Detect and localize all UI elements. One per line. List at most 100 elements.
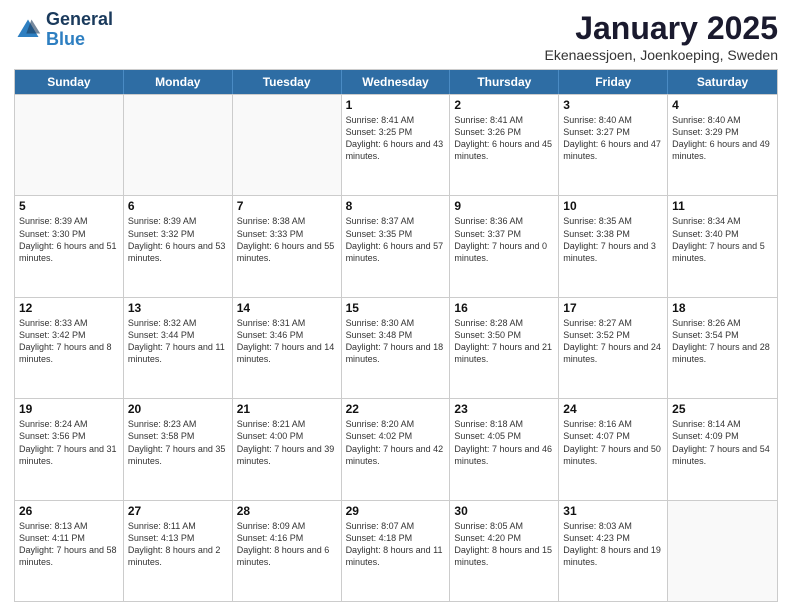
- calendar-day-20: 20 Sunrise: 8:23 AM Sunset: 3:58 PM Dayli…: [124, 399, 233, 499]
- calendar-day-14: 14Sunrise: 8:31 AM Sunset: 3:46 PM Dayli…: [233, 298, 342, 398]
- calendar-day-29: 29 Sunrise: 8:07 AM Sunset: 4:18 PM Dayli…: [342, 501, 451, 601]
- day-number: 6: [128, 199, 228, 213]
- day-info: Sunrise: 8:13 AM Sunset: 4:11 PM Dayligh…: [19, 520, 119, 569]
- calendar: SundayMondayTuesdayWednesdayThursdayFrid…: [14, 69, 778, 602]
- calendar-day-23: 23 Sunrise: 8:18 AM Sunset: 4:05 PM Dayli…: [450, 399, 559, 499]
- day-info: Sunrise: 8:09 AM Sunset: 4:16 PM Dayligh…: [237, 520, 337, 569]
- day-number: 1: [346, 98, 446, 112]
- day-info: Sunrise: 8:03 AM Sunset: 4:23 PM Dayligh…: [563, 520, 663, 569]
- day-number: 13: [128, 301, 228, 315]
- day-number: 2: [454, 98, 554, 112]
- day-info: Sunrise: 8:23 AM Sunset: 3:58 PM Dayligh…: [128, 418, 228, 467]
- calendar-header-friday: Friday: [559, 70, 668, 94]
- calendar-day-7: 7Sunrise: 8:38 AM Sunset: 3:33 PM Daylig…: [233, 196, 342, 296]
- day-number: 28: [237, 504, 337, 518]
- calendar-day-24: 24Sunrise: 8:16 AM Sunset: 4:07 PM Dayli…: [559, 399, 668, 499]
- day-number: 29: [346, 504, 446, 518]
- calendar-day-22: 22 Sunrise: 8:20 AM Sunset: 4:02 PM Dayli…: [342, 399, 451, 499]
- calendar-day-25: 25 Sunrise: 8:14 AM Sunset: 4:09 PM Dayli…: [668, 399, 777, 499]
- day-info: Sunrise: 8:38 AM Sunset: 3:33 PM Dayligh…: [237, 215, 337, 264]
- day-number: 18: [672, 301, 773, 315]
- calendar-subtitle: Ekenaessjoen, Joenkoeping, Sweden: [544, 47, 778, 63]
- day-info: Sunrise: 8:14 AM Sunset: 4:09 PM Dayligh…: [672, 418, 773, 467]
- calendar-day-30: 30Sunrise: 8:05 AM Sunset: 4:20 PM Dayli…: [450, 501, 559, 601]
- day-info: Sunrise: 8:39 AM Sunset: 3:30 PM Dayligh…: [19, 215, 119, 264]
- day-number: 4: [672, 98, 773, 112]
- calendar-row-0: 1 Sunrise: 8:41 AM Sunset: 3:25 PM Daylig…: [15, 94, 777, 195]
- day-number: 30: [454, 504, 554, 518]
- calendar-day-4: 4Sunrise: 8:40 AM Sunset: 3:29 PM Daylig…: [668, 95, 777, 195]
- calendar-day-26: 26 Sunrise: 8:13 AM Sunset: 4:11 PM Dayli…: [15, 501, 124, 601]
- logo-text: General Blue: [46, 10, 113, 50]
- day-info: Sunrise: 8:07 AM Sunset: 4:18 PM Dayligh…: [346, 520, 446, 569]
- calendar-header-wednesday: Wednesday: [342, 70, 451, 94]
- calendar-body: 1 Sunrise: 8:41 AM Sunset: 3:25 PM Daylig…: [15, 94, 777, 601]
- day-number: 20: [128, 402, 228, 416]
- calendar-day-9: 9Sunrise: 8:36 AM Sunset: 3:37 PM Daylig…: [450, 196, 559, 296]
- day-info: Sunrise: 8:26 AM Sunset: 3:54 PM Dayligh…: [672, 317, 773, 366]
- calendar-row-1: 5 Sunrise: 8:39 AM Sunset: 3:30 PM Daylig…: [15, 195, 777, 296]
- day-info: Sunrise: 8:41 AM Sunset: 3:25 PM Dayligh…: [346, 114, 446, 163]
- calendar-header-row: SundayMondayTuesdayWednesdayThursdayFrid…: [15, 70, 777, 94]
- day-number: 15: [346, 301, 446, 315]
- logo-icon: [14, 16, 42, 44]
- calendar-day-11: 11 Sunrise: 8:34 AM Sunset: 3:40 PM Dayli…: [668, 196, 777, 296]
- day-info: Sunrise: 8:27 AM Sunset: 3:52 PM Dayligh…: [563, 317, 663, 366]
- calendar-title: January 2025: [544, 10, 778, 47]
- day-number: 26: [19, 504, 119, 518]
- day-info: Sunrise: 8:40 AM Sunset: 3:27 PM Dayligh…: [563, 114, 663, 163]
- calendar-day-2: 2 Sunrise: 8:41 AM Sunset: 3:26 PM Daylig…: [450, 95, 559, 195]
- day-number: 23: [454, 402, 554, 416]
- day-number: 16: [454, 301, 554, 315]
- calendar-header-thursday: Thursday: [450, 70, 559, 94]
- day-info: Sunrise: 8:28 AM Sunset: 3:50 PM Dayligh…: [454, 317, 554, 366]
- day-number: 12: [19, 301, 119, 315]
- day-number: 17: [563, 301, 663, 315]
- calendar-day-8: 8Sunrise: 8:37 AM Sunset: 3:35 PM Daylig…: [342, 196, 451, 296]
- day-info: Sunrise: 8:41 AM Sunset: 3:26 PM Dayligh…: [454, 114, 554, 163]
- calendar-day-5: 5 Sunrise: 8:39 AM Sunset: 3:30 PM Daylig…: [15, 196, 124, 296]
- day-number: 3: [563, 98, 663, 112]
- day-number: 8: [346, 199, 446, 213]
- day-number: 11: [672, 199, 773, 213]
- day-info: Sunrise: 8:35 AM Sunset: 3:38 PM Dayligh…: [563, 215, 663, 264]
- day-info: Sunrise: 8:32 AM Sunset: 3:44 PM Dayligh…: [128, 317, 228, 366]
- calendar-day-empty-0-1: [124, 95, 233, 195]
- day-info: Sunrise: 8:11 AM Sunset: 4:13 PM Dayligh…: [128, 520, 228, 569]
- day-info: Sunrise: 8:34 AM Sunset: 3:40 PM Dayligh…: [672, 215, 773, 264]
- calendar-header-monday: Monday: [124, 70, 233, 94]
- day-number: 19: [19, 402, 119, 416]
- day-number: 24: [563, 402, 663, 416]
- logo-blue: Blue: [46, 29, 85, 49]
- day-number: 5: [19, 199, 119, 213]
- day-info: Sunrise: 8:30 AM Sunset: 3:48 PM Dayligh…: [346, 317, 446, 366]
- day-number: 14: [237, 301, 337, 315]
- calendar-day-16: 16 Sunrise: 8:28 AM Sunset: 3:50 PM Dayli…: [450, 298, 559, 398]
- logo: General Blue: [14, 10, 113, 50]
- calendar-day-empty-0-0: [15, 95, 124, 195]
- day-number: 9: [454, 199, 554, 213]
- calendar-day-3: 3 Sunrise: 8:40 AM Sunset: 3:27 PM Daylig…: [559, 95, 668, 195]
- day-number: 27: [128, 504, 228, 518]
- day-number: 25: [672, 402, 773, 416]
- logo-general: General: [46, 9, 113, 29]
- day-number: 21: [237, 402, 337, 416]
- calendar-header-tuesday: Tuesday: [233, 70, 342, 94]
- calendar-day-15: 15 Sunrise: 8:30 AM Sunset: 3:48 PM Dayli…: [342, 298, 451, 398]
- calendar-row-2: 12 Sunrise: 8:33 AM Sunset: 3:42 PM Dayli…: [15, 297, 777, 398]
- calendar-day-empty-4-6: [668, 501, 777, 601]
- calendar-day-12: 12 Sunrise: 8:33 AM Sunset: 3:42 PM Dayli…: [15, 298, 124, 398]
- day-info: Sunrise: 8:24 AM Sunset: 3:56 PM Dayligh…: [19, 418, 119, 467]
- day-number: 22: [346, 402, 446, 416]
- calendar-row-3: 19 Sunrise: 8:24 AM Sunset: 3:56 PM Dayli…: [15, 398, 777, 499]
- calendar-header-saturday: Saturday: [668, 70, 777, 94]
- day-info: Sunrise: 8:33 AM Sunset: 3:42 PM Dayligh…: [19, 317, 119, 366]
- day-info: Sunrise: 8:18 AM Sunset: 4:05 PM Dayligh…: [454, 418, 554, 467]
- calendar-day-28: 28 Sunrise: 8:09 AM Sunset: 4:16 PM Dayli…: [233, 501, 342, 601]
- calendar-day-13: 13 Sunrise: 8:32 AM Sunset: 3:44 PM Dayli…: [124, 298, 233, 398]
- calendar-day-27: 27 Sunrise: 8:11 AM Sunset: 4:13 PM Dayli…: [124, 501, 233, 601]
- calendar-day-31: 31Sunrise: 8:03 AM Sunset: 4:23 PM Dayli…: [559, 501, 668, 601]
- day-info: Sunrise: 8:20 AM Sunset: 4:02 PM Dayligh…: [346, 418, 446, 467]
- header: General Blue January 2025 Ekenaessjoen, …: [14, 10, 778, 63]
- calendar-day-1: 1 Sunrise: 8:41 AM Sunset: 3:25 PM Daylig…: [342, 95, 451, 195]
